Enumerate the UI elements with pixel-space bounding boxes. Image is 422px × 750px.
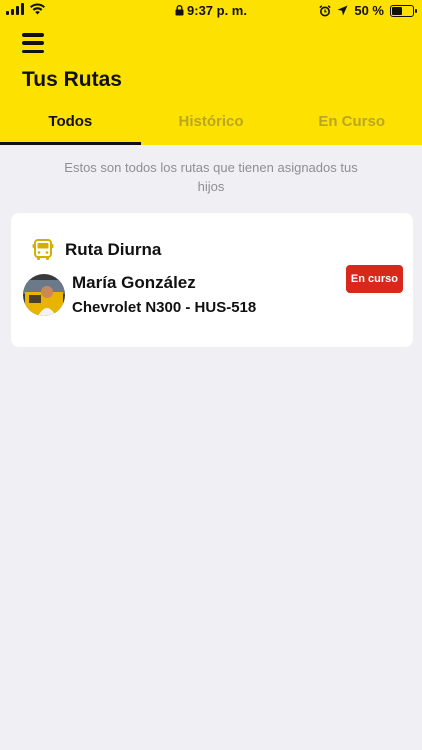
location-arrow-icon (337, 5, 348, 16)
menu-button[interactable] (22, 33, 44, 53)
route-name: Ruta Diurna (65, 240, 162, 259)
status-right: 50 % (319, 3, 417, 18)
alarm-icon (319, 4, 332, 16)
page-description: Estos son todos los rutas que tienen asi… (64, 160, 358, 194)
tab-bar: Todos Histórico En Curso (0, 106, 422, 145)
driver-photo-image (23, 274, 65, 316)
page-title: Tus Rutas (22, 68, 122, 91)
lock-icon (175, 5, 184, 16)
bus-icon (32, 239, 54, 260)
vehicle-info: Chevrolet N300 - HUS-518 (72, 299, 257, 316)
tab-historico[interactable]: Histórico (141, 106, 282, 145)
battery-icon (390, 4, 417, 17)
route-header: Ruta Diurna (31, 238, 161, 262)
driver-avatar (23, 274, 65, 316)
route-card[interactable]: Ruta Diurna María González Chevrolet N30… (11, 213, 413, 347)
driver-name: María González (72, 273, 196, 292)
app-header: 9:37 p. m. 50 % Tus Rutas Todos Históric… (0, 0, 422, 145)
tab-en-curso[interactable]: En Curso (281, 106, 422, 145)
status-bar: 9:37 p. m. 50 % (0, 0, 422, 22)
battery-percentage: 50 % (354, 3, 384, 18)
battery-fill (392, 6, 402, 15)
tab-todos[interactable]: Todos (0, 106, 141, 145)
status-badge[interactable]: En curso (345, 265, 403, 293)
status-time: 9:37 p. m. (187, 3, 247, 18)
